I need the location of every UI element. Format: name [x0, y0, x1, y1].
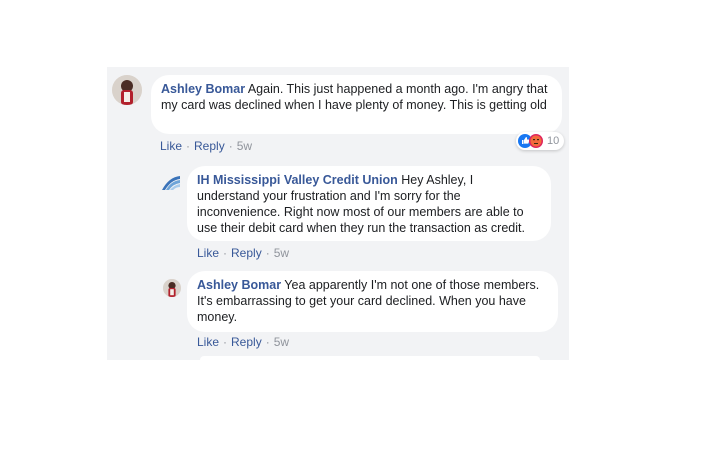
reply-button[interactable]: Reply — [194, 139, 225, 153]
reply-button[interactable]: Reply — [231, 246, 262, 260]
profile-photo-icon — [163, 279, 181, 297]
like-button[interactable]: Like — [160, 139, 182, 153]
page-avatar[interactable] — [160, 172, 182, 194]
comment-author[interactable]: IH Mississippi Valley Credit Union — [197, 173, 398, 187]
separator: · — [186, 139, 191, 153]
profile-photo-icon — [112, 75, 142, 105]
comment-actions: Like · Reply · 5w — [197, 246, 289, 260]
separator: · — [265, 335, 270, 349]
comment-bubble: Ashley Bomar Again. This just happened a… — [151, 75, 562, 134]
timestamp[interactable]: 5w — [274, 246, 289, 260]
angry-icon — [529, 134, 543, 148]
comment-author[interactable]: Ashley Bomar — [197, 278, 281, 292]
separator: · — [265, 246, 270, 260]
like-button[interactable]: Like — [197, 246, 219, 260]
avatar[interactable] — [112, 75, 142, 105]
comment-bubble: Ashley Bomar Yea apparently I'm not one … — [187, 271, 558, 332]
timestamp[interactable]: 5w — [274, 335, 289, 349]
like-button[interactable]: Like — [197, 335, 219, 349]
reaction-count: 10 — [547, 135, 560, 147]
timestamp[interactable]: 5w — [237, 139, 252, 153]
reply-button[interactable]: Reply — [231, 335, 262, 349]
next-comment-edge — [200, 356, 540, 360]
credit-union-logo-icon — [162, 176, 180, 190]
comment-actions: Like · Reply · 5w — [197, 335, 289, 349]
separator: · — [223, 246, 228, 260]
avatar[interactable] — [163, 279, 181, 297]
reaction-summary[interactable]: 10 — [516, 132, 565, 150]
comment-bubble: IH Mississippi Valley Credit Union Hey A… — [187, 166, 551, 241]
separator: · — [223, 335, 228, 349]
comment-actions: Like · Reply · 5w — [160, 139, 252, 153]
separator: · — [228, 139, 233, 153]
comment-author[interactable]: Ashley Bomar — [161, 82, 245, 96]
